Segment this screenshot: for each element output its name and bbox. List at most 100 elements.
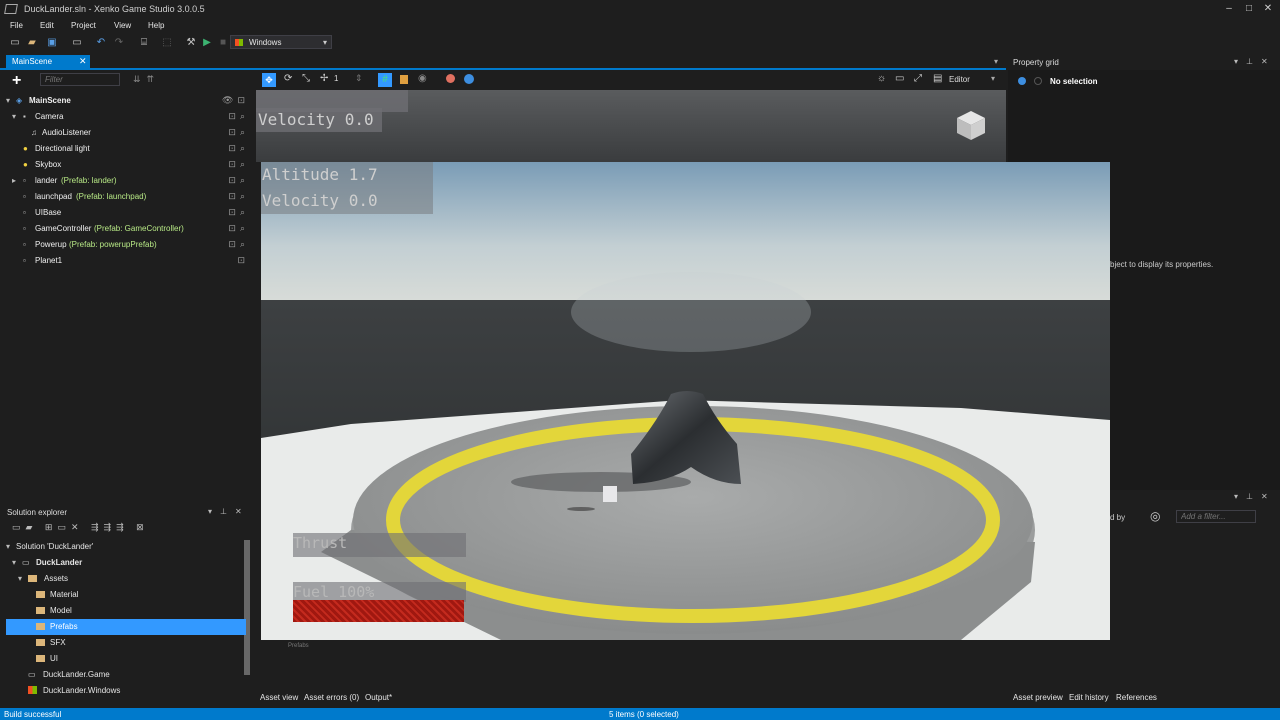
visibility-lock-icons[interactable]: 👁⊡ bbox=[222, 95, 249, 106]
clean-icon[interactable]: ⬚ bbox=[161, 37, 173, 49]
solution-toolbar-icons[interactable]: ▭▰ ⊞▭✕ ⇶⇶⇶ ⊠ bbox=[12, 522, 149, 533]
chevron-down-icon[interactable]: ▾ bbox=[991, 74, 995, 83]
tab-asset-errors[interactable]: Asset errors (0) bbox=[304, 693, 359, 702]
maximize-button[interactable]: □ bbox=[1242, 3, 1256, 15]
tab-asset-preview[interactable]: Asset preview bbox=[1013, 693, 1063, 702]
build-icon[interactable]: ⌸ bbox=[138, 37, 150, 49]
rotate-gizmo-icon[interactable]: ⟳ bbox=[284, 73, 292, 84]
lighting-icon[interactable] bbox=[446, 74, 455, 83]
menu-file[interactable]: File bbox=[10, 21, 23, 30]
lock-search-icons[interactable]: ⊡⌕ bbox=[228, 143, 249, 154]
scene-toolbar: ✥ ⟳ ⤡ ✢ 1 ⇕ # ◉ ☼ ▭ ⤢ ▤ Editor ▾ bbox=[256, 70, 1006, 90]
tree-row-camera[interactable]: ▾ ▪ Camera ⊡⌕ bbox=[0, 109, 255, 125]
prefab-label: (Prefab: powerupPrefab) bbox=[69, 240, 157, 249]
translate-gizmo-icon[interactable]: ✥ bbox=[262, 73, 276, 87]
tab-edit-history[interactable]: Edit history bbox=[1069, 693, 1109, 702]
tree-row-gamecontroller[interactable]: ▫ GameController (Prefab: GameController… bbox=[0, 221, 255, 237]
tree-row-mainscene[interactable]: ▾ ◈ MainScene 👁⊡ bbox=[0, 93, 255, 109]
snap-icon[interactable]: ✢ bbox=[320, 73, 328, 84]
visibility-icon[interactable]: ◉ bbox=[418, 73, 427, 84]
project-row[interactable]: ▾ ▭ DuckLander bbox=[6, 555, 246, 571]
editor-mode-label[interactable]: Editor bbox=[949, 75, 970, 84]
project-label: DuckLander.Windows bbox=[43, 686, 121, 695]
tree-label: GameController bbox=[35, 224, 92, 233]
eye-icon[interactable]: ◎ bbox=[1150, 509, 1160, 523]
panel-controls-icons[interactable]: ▾⊥✕ bbox=[1234, 492, 1276, 501]
expand-collapse-icons[interactable]: ⇊⇈ bbox=[133, 74, 160, 85]
snap-value[interactable]: 1 bbox=[334, 74, 338, 83]
close-tab-icon[interactable]: ✕ bbox=[79, 56, 87, 67]
tab-mainscene[interactable]: MainScene ✕ bbox=[6, 55, 90, 68]
lock-search-icons[interactable]: ⊡⌕ bbox=[228, 175, 249, 186]
screen-icon[interactable]: ▭ bbox=[895, 73, 904, 84]
play-icon[interactable]: ▶ bbox=[201, 37, 213, 49]
stop-icon[interactable]: ■ bbox=[217, 37, 229, 49]
lock-search-icons[interactable]: ⊡⌕ bbox=[228, 111, 249, 122]
save-icon[interactable]: ▣ bbox=[46, 37, 58, 49]
lock-search-icons[interactable]: ⊡⌕ bbox=[228, 159, 249, 170]
camera-settings-icon[interactable] bbox=[400, 75, 408, 84]
menu-help[interactable]: Help bbox=[148, 21, 164, 30]
game-window[interactable]: Altitude 1.7 Velocity 0.0 Thrust Fuel 10… bbox=[261, 162, 1110, 640]
tree-row-lander[interactable]: ▸ ▫ lander (Prefab: lander) ⊡⌕ bbox=[0, 173, 255, 189]
prefab-label: (Prefab: launchpad) bbox=[76, 192, 147, 201]
tree-row-powerup[interactable]: ▫ Powerup (Prefab: powerupPrefab) ⊡⌕ bbox=[0, 237, 255, 253]
tab-asset-view[interactable]: Asset view bbox=[260, 693, 298, 702]
lock-search-icons[interactable]: ⊡⌕ bbox=[228, 223, 249, 234]
grid-toggle-icon[interactable]: # bbox=[378, 73, 392, 87]
panel-controls-icons[interactable]: ▾⊥✕ bbox=[208, 507, 250, 516]
lock-search-icons[interactable]: ⊡⌕ bbox=[228, 127, 249, 138]
stepper-icon[interactable]: ⇕ bbox=[355, 73, 363, 84]
view-cube-icon[interactable] bbox=[954, 108, 988, 142]
fullscreen-icon[interactable]: ⤢ bbox=[914, 73, 922, 84]
forward-icon[interactable] bbox=[1034, 77, 1042, 85]
asset-folder-label: Prefabs bbox=[288, 643, 309, 649]
hierarchy-filter-input[interactable] bbox=[40, 73, 120, 86]
add-entity-icon[interactable]: + bbox=[12, 72, 21, 90]
tree-row-directional-light[interactable]: ● Directional light ⊡⌕ bbox=[0, 141, 255, 157]
project-row-game[interactable]: ▭ DuckLander.Game bbox=[6, 667, 246, 683]
tree-row-launchpad[interactable]: ▫ launchpad (Prefab: launchpad) ⊡⌕ bbox=[0, 189, 255, 205]
project-row-windows[interactable]: DuckLander.Windows bbox=[6, 683, 246, 699]
folder-row-material[interactable]: Material bbox=[6, 587, 246, 603]
tree-row-planet1[interactable]: ▫ Planet1 ⊡ bbox=[0, 253, 255, 269]
folder-row-ui[interactable]: UI bbox=[6, 651, 246, 667]
lock-search-icons[interactable]: ⊡⌕ bbox=[228, 191, 249, 202]
menu-edit[interactable]: Edit bbox=[40, 21, 54, 30]
panel-controls-icons[interactable]: ▾⊥✕ bbox=[1234, 57, 1276, 66]
lock-search-icons[interactable]: ⊡⌕ bbox=[228, 239, 249, 250]
menu-view[interactable]: View bbox=[114, 21, 131, 30]
thrust-button[interactable]: Thrust bbox=[293, 533, 466, 557]
undo-icon[interactable]: ↶ bbox=[95, 37, 107, 49]
tree-row-audiolistener[interactable]: ♫ AudioListener ⊡⌕ bbox=[0, 125, 255, 141]
menu-project[interactable]: Project bbox=[71, 21, 96, 30]
save-all-icon[interactable]: ▭ bbox=[71, 37, 83, 49]
tree-row-skybox[interactable]: ● Skybox ⊡⌕ bbox=[0, 157, 255, 173]
back-icon[interactable] bbox=[1018, 77, 1026, 85]
scene-velocity-text: Velocity 0.0 bbox=[256, 108, 382, 132]
lock-search-icons[interactable]: ⊡⌕ bbox=[228, 207, 249, 218]
assets-row[interactable]: ▾ Assets bbox=[6, 571, 246, 587]
redo-icon[interactable]: ↷ bbox=[113, 37, 125, 49]
folder-row-model[interactable]: Model bbox=[6, 603, 246, 619]
new-icon[interactable]: ▭ bbox=[9, 37, 21, 49]
minimize-button[interactable]: – bbox=[1222, 3, 1236, 15]
editor-mode-icon[interactable]: ▤ bbox=[933, 73, 942, 84]
sun-icon[interactable]: ☼ bbox=[877, 73, 886, 84]
solution-row[interactable]: ▾ Solution 'DuckLander' bbox=[6, 539, 246, 555]
scale-gizmo-icon[interactable]: ⤡ bbox=[302, 73, 310, 84]
scene-viewport[interactable]: Velocity 0.0 bbox=[256, 90, 1006, 162]
tree-row-uibase[interactable]: ▫ UIBase ⊡⌕ bbox=[0, 205, 255, 221]
asset-filter-input[interactable] bbox=[1176, 510, 1256, 523]
open-folder-icon[interactable]: ▰ bbox=[26, 37, 38, 49]
package-icon[interactable]: ⚒ bbox=[185, 37, 197, 49]
lock-search-icon[interactable]: ⊡ bbox=[237, 255, 249, 266]
tab-overflow-icon[interactable]: ▾ bbox=[994, 57, 998, 66]
platform-select[interactable]: Windows ▾ bbox=[230, 35, 332, 49]
close-button[interactable]: ✕ bbox=[1261, 3, 1275, 15]
globe-icon[interactable] bbox=[464, 74, 474, 84]
tab-references[interactable]: References bbox=[1116, 693, 1157, 702]
folder-row-prefabs[interactable]: Prefabs bbox=[6, 619, 246, 635]
folder-row-sfx[interactable]: SFX bbox=[6, 635, 246, 651]
tab-output[interactable]: Output* bbox=[365, 693, 392, 702]
